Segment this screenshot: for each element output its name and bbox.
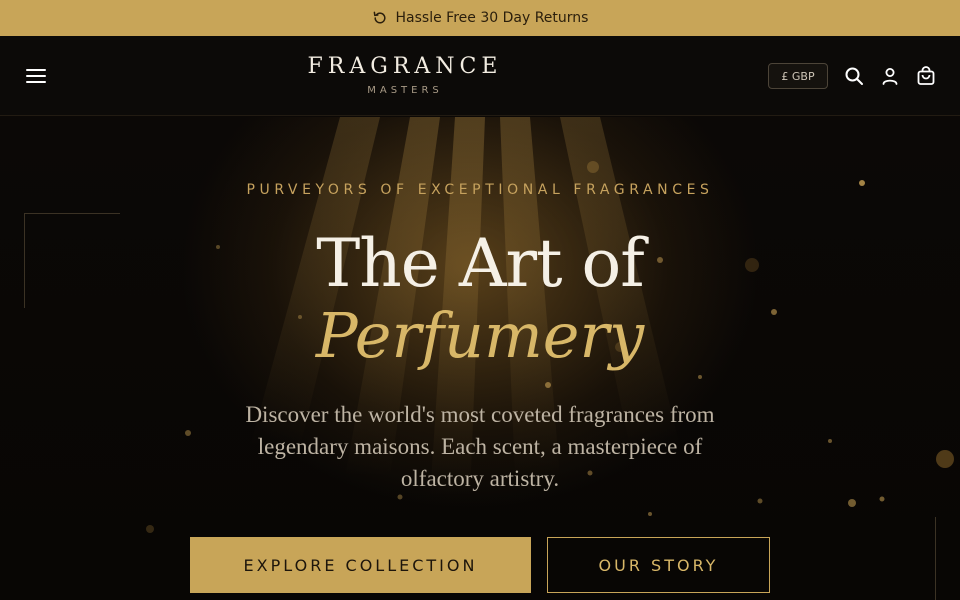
hero-eyebrow: PURVEYORS OF EXCEPTIONAL FRAGRANCES [246, 182, 714, 198]
logo-main: FRAGRANCE [307, 54, 503, 79]
account-icon[interactable] [880, 66, 900, 86]
logo-sub: MASTERS [367, 85, 443, 96]
decorative-frame-right [935, 517, 960, 600]
hero-headline-accent: Perfumery [315, 299, 645, 372]
refresh-icon [372, 10, 388, 26]
announcement-bar: Hassle Free 30 Day Returns [0, 0, 960, 36]
cart-icon[interactable] [916, 66, 936, 86]
explore-collection-button[interactable]: EXPLORE COLLECTION [190, 537, 531, 593]
site-header: FRAGRANCE MASTERS £ GBP [0, 36, 960, 116]
search-icon[interactable] [844, 66, 864, 86]
hero-description: Discover the world's most coveted fragra… [245, 402, 715, 491]
site-logo[interactable]: FRAGRANCE MASTERS [280, 54, 530, 96]
announcement-text: Hassle Free 30 Day Returns [395, 10, 589, 26]
menu-icon[interactable] [24, 64, 48, 88]
currency-selector[interactable]: £ GBP [768, 63, 828, 89]
hero-section: PURVEYORS OF EXCEPTIONAL FRAGRANCES The … [0, 117, 960, 600]
our-story-button[interactable]: OUR STORY [547, 537, 770, 593]
